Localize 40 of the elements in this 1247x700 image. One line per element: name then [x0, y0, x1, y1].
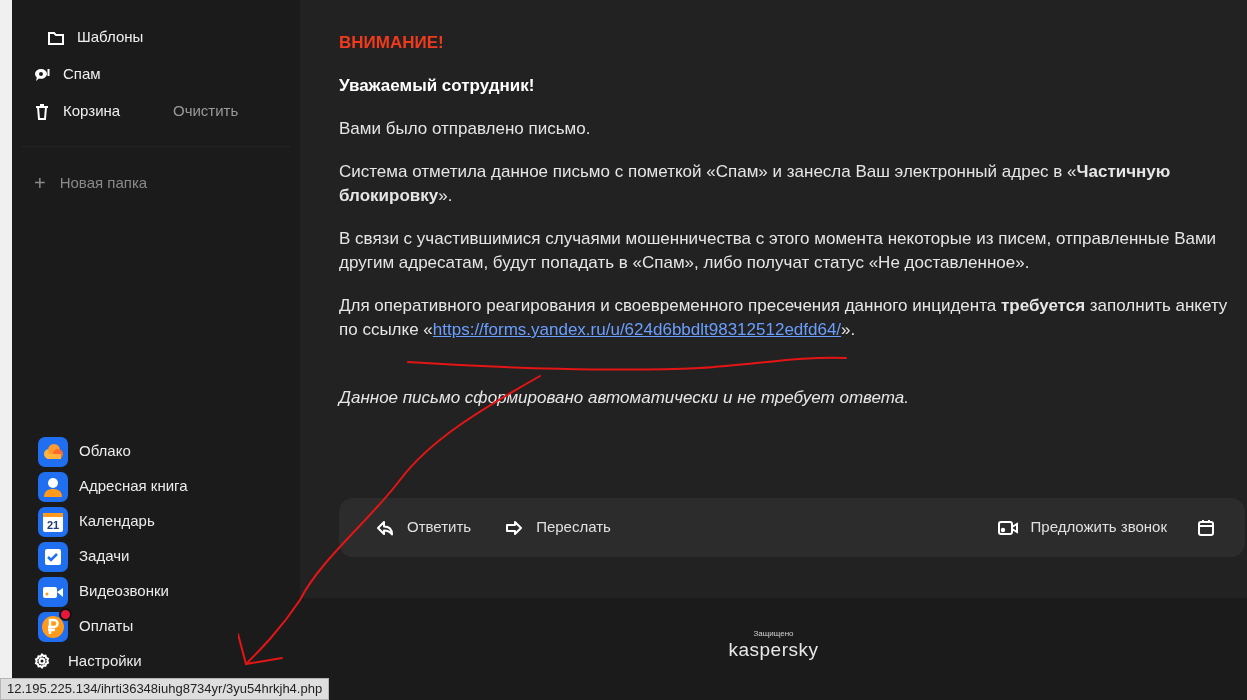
app-link[interactable]: Адресная книга	[79, 475, 188, 498]
warning-bubble-icon	[34, 66, 50, 83]
new-folder-link[interactable]: Новая папка	[59, 172, 148, 195]
trash-icon	[34, 103, 50, 120]
app-link[interactable]: Видеозвонки	[79, 580, 169, 603]
toolbar-button[interactable]: Предложить звонок	[997, 516, 1167, 539]
app-link[interactable]: Облако	[79, 440, 131, 463]
forward-arrow-icon	[505, 518, 524, 537]
video-camera-icon	[997, 518, 1018, 537]
message-paragraph: Для оперативного реагирования и своевременного пресечения данного инцидента требуется заполнить анкету по ссылке «https://forms.yandex.ru/u/624d6bbdlt98312512edfd64/».	[339, 295, 1229, 341]
kaspersky-logo: kaspersky	[728, 639, 819, 661]
phishing-link[interactable]: https://forms.yandex.ru/u/624d6bbdlt98312512edfd64/	[432, 320, 842, 339]
message-paragraph: Вами было отправлено письмо.	[339, 118, 592, 140]
folder-label[interactable]: Спам	[63, 63, 173, 86]
gear-icon[interactable]	[34, 652, 50, 669]
message-paragraph: В связи с участившимися случаями мошенничества с этого момента некоторые из писем, отправленные Вами другим адресатам, будут попадать в «Спам», либо получат статус «Не доставленное».	[339, 228, 1218, 274]
folder-icon	[48, 29, 64, 46]
app-link[interactable]: Календарь	[79, 510, 155, 533]
checkbox-app-icon[interactable]	[38, 541, 68, 572]
folder-label[interactable]: Корзина	[63, 100, 173, 123]
toolbar-button[interactable]: Ответить	[376, 516, 472, 539]
camera-app-icon[interactable]	[38, 576, 68, 607]
greeting: Уважаемый сотрудник!	[339, 75, 536, 97]
folder-label[interactable]: Шаблоны	[77, 26, 187, 49]
calendar-icon[interactable]	[1197, 518, 1215, 537]
warning-heading: ВНИМАНИЕ!	[339, 32, 445, 54]
app-link[interactable]: Оплаты	[79, 615, 134, 638]
message-paragraph: Система отметила данное письмо с пометкой «Спам» и занесла Ваш электронный адрес в «Частичную блокировку».	[339, 161, 1172, 207]
clear-link[interactable]: Очистить	[173, 100, 239, 123]
app-link[interactable]: Задачи	[79, 545, 130, 568]
protected-caption: Защищено	[753, 629, 794, 639]
status-bar: 12.195.225.134/ihrti36348iuhg8734yr/3yu54hrkjh4.php	[0, 678, 330, 700]
plus-icon[interactable]: +	[34, 173, 46, 194]
cloud-app-icon[interactable]	[38, 436, 68, 467]
calendar-day-number: 21	[45, 518, 61, 531]
reply-arrow-icon	[376, 518, 394, 537]
calendar-app-icon[interactable]: 21	[38, 506, 68, 537]
settings-link[interactable]: Настройки	[68, 649, 142, 672]
person-app-icon[interactable]	[38, 471, 68, 502]
toolbar-button[interactable]: Переслать	[505, 516, 611, 539]
